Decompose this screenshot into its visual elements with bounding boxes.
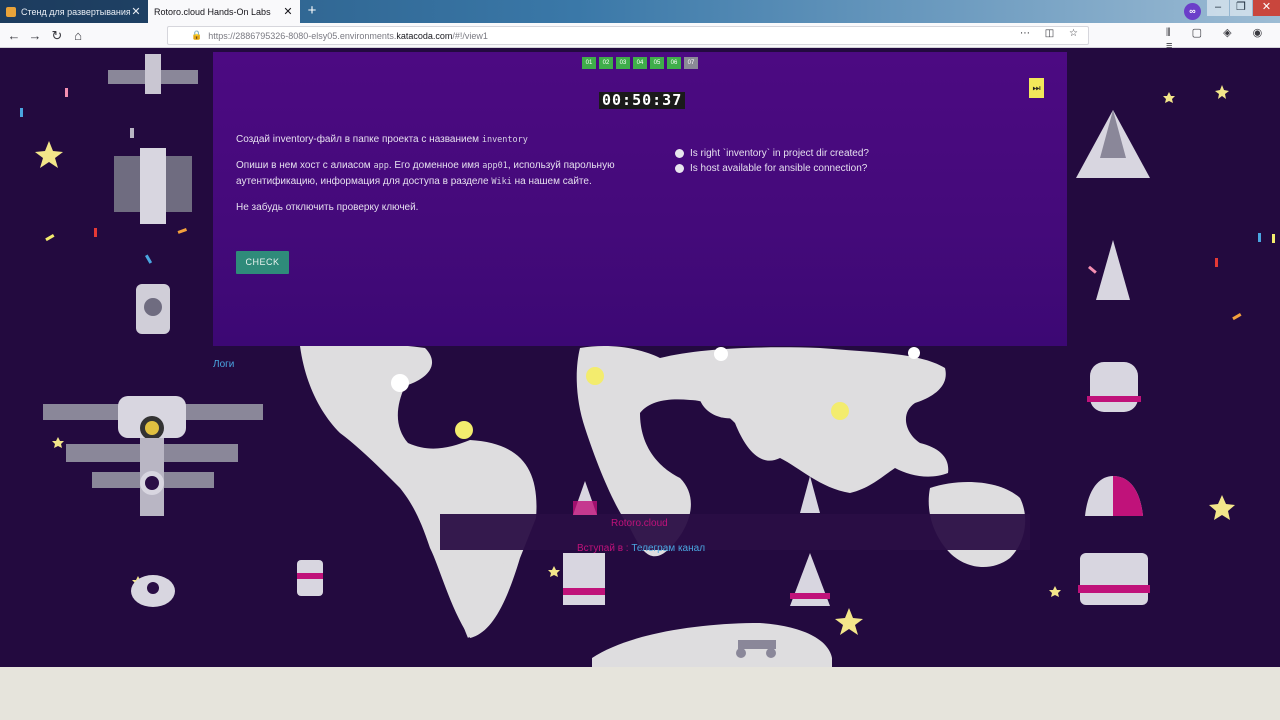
inline-code: inventory (481, 135, 528, 145)
lab-task-panel: 01 02 03 04 05 06 07 00:50:37 ⏭ Создай i… (213, 52, 1067, 346)
check-item: Is host available for ansible connection… (675, 161, 869, 176)
url-prefix: https://2886795326-8080-elsy05.environme… (208, 30, 397, 41)
url-bar[interactable]: 🔒 https://2886795326-8080-elsy05.environ… (167, 26, 1089, 45)
private-browsing-icon[interactable]: ∞ (1184, 3, 1201, 20)
task-paragraph: Опиши в нем хост с алиасом app. Его доме… (236, 158, 656, 190)
url-suffix: /#!/view1 (452, 30, 488, 41)
status-dot-icon (675, 149, 684, 158)
checklist: Is right `inventory` in project dir crea… (675, 146, 869, 176)
task-paragraph: Создай inventory-файл в папке проекта с … (236, 132, 656, 148)
home-icon[interactable]: ⌂ (68, 26, 88, 45)
skip-forward-button[interactable]: ⏭ (1029, 78, 1044, 98)
task-description: Создай inventory-файл в папке проекта с … (236, 132, 656, 226)
browser-tab-active[interactable]: Rotoro.cloud Hands-On Labs ✕ (148, 0, 300, 23)
tab-close-icon[interactable]: ✕ (130, 5, 142, 18)
bottom-strip (0, 667, 1280, 720)
task-text: на нашем сайте. (511, 176, 592, 187)
inline-code: app (373, 161, 389, 171)
join-line: Вступай в : Телеграм канал (577, 543, 705, 554)
check-item: Is right `inventory` in project dir crea… (675, 146, 869, 161)
inline-code: Wiki (491, 177, 512, 187)
step-4[interactable]: 04 (633, 57, 647, 69)
tab-close-icon[interactable]: ✕ (282, 5, 294, 18)
window-close-button[interactable]: ✕ (1253, 0, 1280, 16)
back-icon[interactable]: ← (4, 26, 24, 45)
tab-title: Стенд для развертывания (Фаза 1) (21, 6, 130, 17)
step-3[interactable]: 03 (616, 57, 630, 69)
inline-code: app01 (482, 161, 508, 171)
step-1[interactable]: 01 (582, 57, 596, 69)
window-maximize-button[interactable]: ❐ (1230, 0, 1252, 16)
new-tab-icon[interactable]: + (303, 2, 321, 20)
join-prefix: Вступай в : (577, 543, 632, 554)
lab-page: 01 02 03 04 05 06 07 00:50:37 ⏭ Создай i… (0, 48, 1280, 667)
status-dot-icon (675, 164, 684, 173)
logs-link[interactable]: Логи (213, 359, 234, 370)
forward-icon[interactable]: → (25, 26, 45, 45)
browser-navbar: ← → ↻ ⌂ 🔒 https://2886795326-8080-elsy05… (0, 23, 1280, 52)
check-item-label: Is right `inventory` in project dir crea… (690, 148, 869, 159)
task-text: Создай inventory-файл в папке проекта с … (236, 134, 482, 145)
step-indicator: 01 02 03 04 05 06 07 (582, 57, 698, 69)
reload-icon[interactable]: ↻ (47, 26, 67, 45)
tab-title: Rotoro.cloud Hands-On Labs (154, 6, 271, 17)
task-text: . Его доменное имя (388, 160, 483, 171)
url-actions[interactable]: ⋯ ◫ ☆ (1020, 28, 1084, 39)
browser-tab[interactable]: Стенд для развертывания (Фаза 1) ✕ (0, 0, 148, 23)
step-7-current[interactable]: 07 (684, 57, 698, 69)
lab-timer: 00:50:37 (599, 92, 686, 109)
telegram-link[interactable]: Телеграм канал (631, 543, 705, 554)
url-domain: katacoda.com (396, 30, 453, 41)
browser-titlebar: Стенд для развертывания (Фаза 1) ✕ Rotor… (0, 0, 1280, 23)
brand-name: Rotoro.cloud (611, 518, 668, 529)
lock-icon: 🔒 (191, 30, 203, 40)
check-item-label: Is host available for ansible connection… (690, 163, 868, 174)
task-text: Опиши в нем хост с алиасом (236, 160, 374, 171)
step-5[interactable]: 05 (650, 57, 664, 69)
window-minimize-button[interactable]: – (1207, 0, 1229, 16)
step-6[interactable]: 06 (667, 57, 681, 69)
tab-favicon-icon (6, 6, 16, 17)
check-button[interactable]: CHECK (236, 251, 289, 274)
step-2[interactable]: 02 (599, 57, 613, 69)
task-paragraph: Не забудь отключить проверку ключей. (236, 202, 419, 213)
